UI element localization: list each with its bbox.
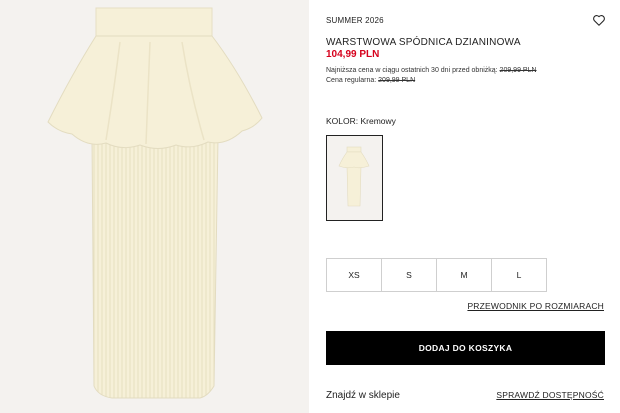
- regular-price-info: Cena regularna: 209,99 PLN: [326, 77, 415, 84]
- lowest-price-label: Najniższa cena w ciągu ostatnich 30 dni …: [326, 67, 500, 74]
- regular-price-value: 209,99 PLN: [378, 77, 416, 84]
- size-option-l[interactable]: L: [491, 258, 547, 292]
- size-option-xs[interactable]: XS: [326, 258, 382, 292]
- color-swatch-cream[interactable]: [326, 135, 383, 221]
- collection-label: SUMMER 2026: [326, 16, 384, 25]
- product-price: 104,99 PLN: [326, 49, 380, 60]
- product-image[interactable]: [0, 0, 309, 413]
- regular-price-label: Cena regularna:: [326, 77, 379, 84]
- size-guide-link[interactable]: PRZEWODNIK PO ROZMIARACH: [467, 301, 604, 311]
- heart-icon[interactable]: [592, 13, 606, 27]
- size-option-m[interactable]: M: [436, 258, 492, 292]
- find-in-store-label: Znajdź w sklepie: [326, 390, 400, 401]
- add-to-cart-button[interactable]: DODAJ DO KOSZYKA: [326, 331, 605, 365]
- product-info-panel: SUMMER 2026 WARSTWOWA SPÓDNICA DZIANINOW…: [326, 0, 606, 413]
- skirt-illustration: [47, 7, 263, 399]
- size-option-s[interactable]: S: [381, 258, 437, 292]
- check-availability-link[interactable]: SPRAWDŹ DOSTĘPNOŚĆ: [496, 390, 604, 400]
- swatch-thumbnail: [338, 146, 370, 207]
- lowest-price-info: Najniższa cena w ciągu ostatnich 30 dni …: [326, 67, 537, 74]
- product-title: WARSTWOWA SPÓDNICA DZIANINOWA: [326, 37, 521, 48]
- color-label: KOLOR: Kremowy: [326, 116, 396, 126]
- size-selector: XS S M L: [326, 258, 547, 292]
- lowest-price-value: 209,99 PLN: [499, 67, 537, 74]
